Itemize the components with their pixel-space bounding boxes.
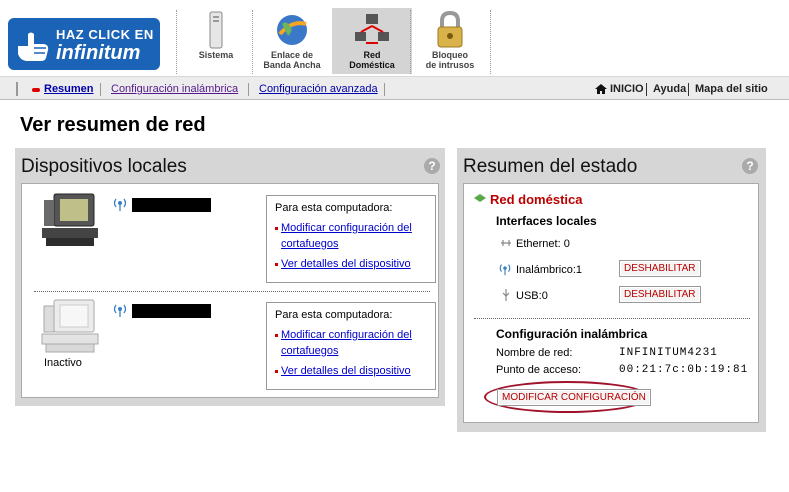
logo-line1: HAZ CLICK EN [56,27,154,42]
subnav-lead-bar [16,82,18,96]
tab-enlace-banda-ancha[interactable]: Enlace de Banda Ancha [252,8,332,74]
wireless-config-title: Configuración inalámbrica [496,327,648,341]
tab-bloqueo-intrusos[interactable]: Bloqueo de intrusos [410,8,490,74]
padlock-icon [437,10,463,48]
device-details-link[interactable]: Ver detalles del dispositivo [275,256,429,272]
subnav-divider [688,83,689,96]
computer-inactive-icon[interactable] [40,298,100,354]
modem-icon [209,11,223,49]
access-point-label: Punto de acceso: [496,364,582,376]
tab-bloqueo-label1: Bloqueo [432,50,468,60]
subnav-configuracion-inalambrica[interactable]: Configuración inalámbrica [111,83,238,95]
hand-pointer-icon [18,32,49,61]
tab-sistema[interactable]: Sistema [176,8,256,74]
device-actions-title: Para esta computadora: [275,309,393,321]
modify-firewall-link-line2[interactable]: cortafuegos [281,238,338,250]
status-summary-content: Red doméstica Interfaces locales Etherne… [463,183,759,423]
help-icon[interactable]: ? [424,158,440,174]
device-actions-box: Para esta computadora: Modificar configu… [266,302,436,390]
usb-label: USB:0 [516,290,548,302]
tab-red-label2: Doméstica [349,60,395,70]
modify-firewall-link[interactable]: Modificar configuración del cortafuegos [275,327,429,359]
subnav-divider [248,83,249,96]
status-separator [474,318,750,319]
inicio-link[interactable]: INICIO [610,83,644,95]
subnav-resumen[interactable]: Resumen [44,83,94,95]
wireless-icon [112,196,128,212]
tab-enlace-label2: Banda Ancha [263,60,321,70]
subnav-divider [646,83,647,96]
subnav-divider [384,83,385,96]
tab-red-label1: Red [363,50,381,60]
disable-wireless-button[interactable]: DESHABILITAR [619,260,701,277]
wireless-count: 1 [575,264,583,276]
mapa-del-sitio-link[interactable]: Mapa del sitio [695,83,768,95]
tab-divider [490,10,491,74]
tab-sistema-label: Sistema [198,50,234,60]
redacted-device-name [132,198,211,212]
status-summary-title: Resumen del estado [463,156,638,177]
device-actions-title: Para esta computadora: [275,202,393,214]
ethernet-label-text: Ethernet: [516,238,561,250]
modify-configuration-button[interactable]: MODIFICAR CONFIGURACIÓN [497,389,651,406]
home-network-label: Red doméstica [490,192,583,207]
wireless-label: Inalámbrico:1 [516,264,582,276]
local-devices-title: Dispositivos locales [21,156,187,177]
device-details-link[interactable]: Ver detalles del dispositivo [275,363,429,379]
help-icon[interactable]: ? [742,158,758,174]
ethernet-count: 0 [563,238,570,250]
tab-red-domestica[interactable]: Red Doméstica [332,8,412,74]
modify-firewall-link-line2[interactable]: cortafuegos [281,345,338,357]
wireless-label-text: Inalámbrico: [516,264,576,276]
usb-icon [502,289,510,301]
wireless-icon [112,302,128,318]
tab-enlace-label1: Enlace de [270,50,314,60]
subnav-configuracion-avanzada[interactable]: Configuración avanzada [259,83,378,95]
subnav-divider [100,83,101,96]
local-devices-panel: Dispositivos locales ? Para esta computa… [15,148,445,406]
device-status: Inactivo [44,357,82,369]
device-separator [34,291,430,292]
logo-line2: infinitum [56,42,141,64]
globe-icon [277,15,307,45]
wireless-icon [499,264,511,276]
ssid-value: INFINITUM4231 [619,347,718,359]
page-title: Ver resumen de red [20,114,206,136]
ethernet-label: Ethernet: 0 [516,238,570,250]
ethernet-icon [501,240,511,246]
infinitum-logo[interactable]: HAZ CLICK EN infinitum [8,18,160,70]
tab-bloqueo-label2: de intrusos [425,60,475,70]
usb-label-text: USB: [516,290,542,302]
sub-navigation: Resumen Configuración inalámbrica Config… [0,76,789,100]
device-actions-box: Para esta computadora: Modificar configu… [266,195,436,283]
access-point-value: 00:21:7c:0b:19:81 [619,364,749,376]
home-icon[interactable] [594,83,608,95]
usb-count: 0 [541,290,548,302]
home-network-icon [355,14,389,44]
modify-firewall-link-line1[interactable]: Modificar configuración del [281,222,412,234]
ayuda-link[interactable]: Ayuda [653,83,686,95]
local-devices-list: Para esta computadora: Modificar configu… [21,183,439,398]
modify-firewall-link[interactable]: Modificar configuración del cortafuegos [275,220,429,252]
current-page-marker-icon [32,88,40,92]
disable-usb-button[interactable]: DESHABILITAR [619,286,701,303]
status-summary-panel: Resumen del estado ? Red doméstica Inter… [457,148,766,432]
modify-firewall-link-line1[interactable]: Modificar configuración del [281,329,412,341]
interfaces-title: Interfaces locales [496,214,597,228]
green-diamond-icon [474,194,486,202]
redacted-device-name [132,304,211,318]
computer-active-icon[interactable] [40,192,100,248]
ssid-label: Nombre de red: [496,347,573,359]
